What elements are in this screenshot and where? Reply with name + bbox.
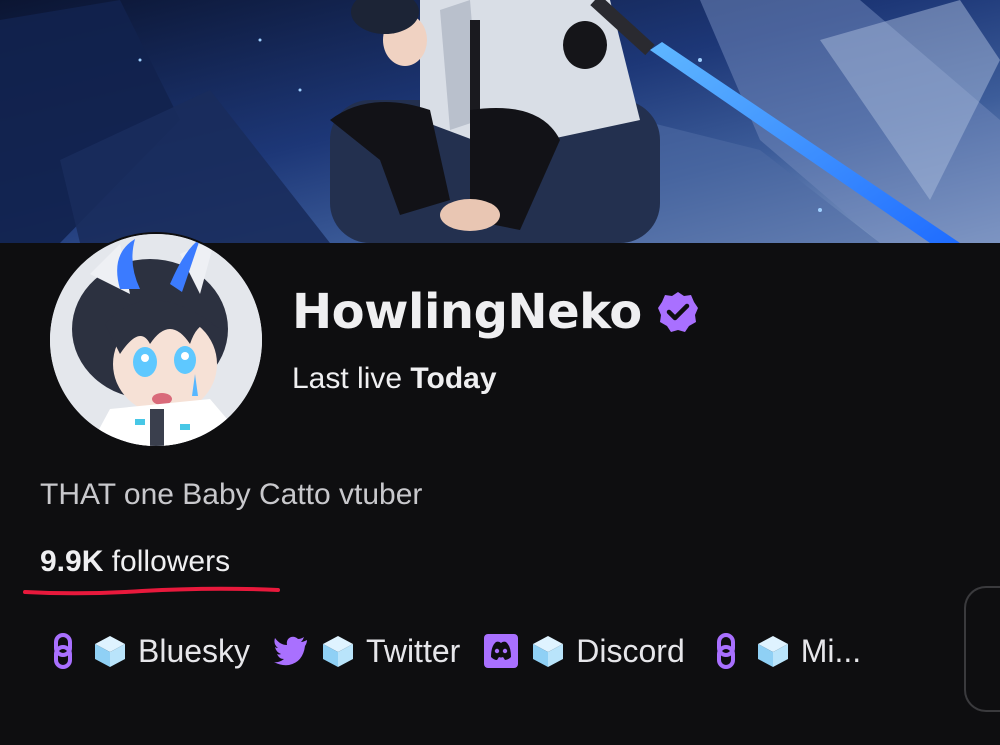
ice-cube-icon xyxy=(92,633,128,669)
social-label-twitter: Twitter xyxy=(366,632,461,669)
channel-avatar[interactable] xyxy=(48,232,264,448)
side-panel-edge[interactable] xyxy=(964,586,1000,712)
followers-number: 9.9K xyxy=(40,545,104,578)
link-icon xyxy=(44,632,82,670)
banner-artwork xyxy=(0,0,1000,243)
red-underline-annotation xyxy=(23,586,280,596)
link-icon xyxy=(707,632,745,670)
social-link-discord[interactable]: Discord xyxy=(482,632,685,670)
discord-icon xyxy=(482,632,520,670)
last-live-prefix: Last live xyxy=(292,362,403,395)
channel-bio: THAT one Baby Catto vtuber xyxy=(40,478,423,511)
social-links: Bluesky Twitter Discord Mi... xyxy=(44,624,883,678)
social-link-more[interactable]: Mi... xyxy=(707,632,861,670)
social-label-bluesky: Bluesky xyxy=(138,632,251,669)
social-label-discord: Discord xyxy=(576,632,685,669)
twitter-bird-icon xyxy=(272,632,310,670)
last-live-value: Today xyxy=(410,362,497,395)
followers-count[interactable]: 9.9K followers xyxy=(40,545,230,579)
social-label-more: Mi... xyxy=(800,632,862,669)
channel-name[interactable]: HowlingNeko xyxy=(292,284,642,340)
social-link-bluesky[interactable]: Bluesky xyxy=(44,632,250,670)
channel-banner xyxy=(0,0,1000,243)
ice-cube-icon xyxy=(755,633,791,669)
ice-cube-icon xyxy=(530,633,566,669)
channel-name-row: HowlingNeko xyxy=(292,280,700,344)
social-link-twitter[interactable]: Twitter xyxy=(272,632,460,670)
followers-label: followers xyxy=(111,545,231,578)
avatar-artwork xyxy=(50,234,262,446)
ice-cube-icon xyxy=(320,633,356,669)
verified-badge-icon xyxy=(656,290,700,334)
last-live-status: Last live Today xyxy=(292,362,497,396)
